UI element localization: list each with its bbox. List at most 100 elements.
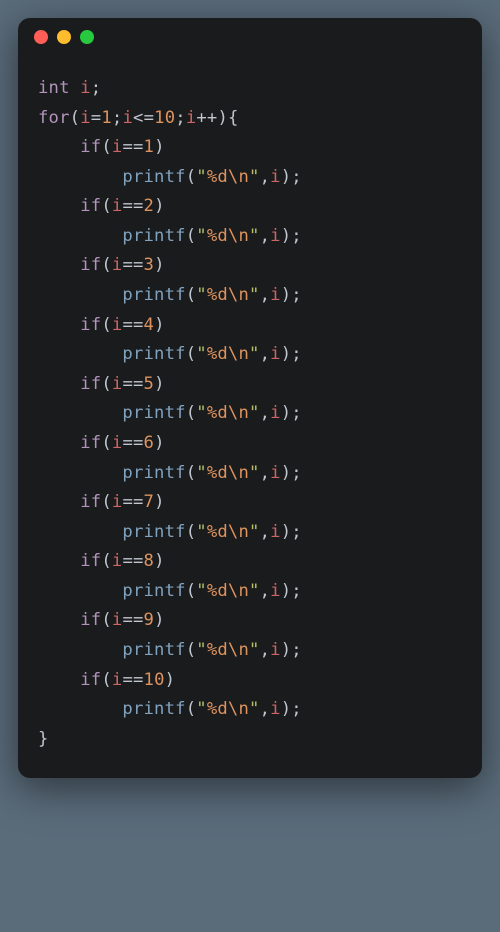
token-esc: %d [207,699,228,719]
token-op: ( [186,403,197,423]
minimize-icon[interactable] [57,30,71,44]
token-fn: printf [122,699,185,719]
token-str: " [196,403,207,423]
token-op: ++){ [196,108,238,128]
token-esc: %d [207,463,228,483]
token-kw: if [80,670,101,690]
token-op: ); [281,640,302,660]
token-op: ); [281,226,302,246]
token-id: i [270,226,281,246]
token-op: ( [101,137,112,157]
token-id: i [270,167,281,187]
token-num: 4 [144,315,155,335]
token-op: , [260,640,271,660]
token-esc: %d [207,581,228,601]
token-op: ( [186,640,197,660]
token-op: ( [101,670,112,690]
token-op: , [260,403,271,423]
token-op: , [260,285,271,305]
token-op: ); [281,167,302,187]
token-str: " [249,640,260,660]
token-esc: \n [228,522,249,542]
token-op: ; [175,108,186,128]
token-op: ); [281,581,302,601]
token-op: ( [186,167,197,187]
token-str: " [196,581,207,601]
token-op: ; [112,108,123,128]
token-op: == [122,374,143,394]
token-op: } [38,729,49,749]
token-num: 10 [154,108,175,128]
token-id: i [270,403,281,423]
token-id: i [112,315,123,335]
token-op: ( [70,108,81,128]
token-op: , [260,581,271,601]
token-esc: \n [228,285,249,305]
token-op: ( [101,492,112,512]
token-fn: printf [122,167,185,187]
token-id: i [112,551,123,571]
token-op: , [260,344,271,364]
token-esc: %d [207,226,228,246]
token-op: ); [281,463,302,483]
token-op: == [122,255,143,275]
token-op: ) [154,255,165,275]
token-esc: %d [207,167,228,187]
token-id: i [270,463,281,483]
token-str: " [249,581,260,601]
token-fn: printf [122,403,185,423]
token-esc: \n [228,463,249,483]
token-op: ( [101,374,112,394]
token-op: == [122,551,143,571]
token-str: " [249,463,260,483]
token-op: , [260,226,271,246]
token-fn: printf [122,581,185,601]
token-num: 7 [144,492,155,512]
token-id: i [270,640,281,660]
token-fn: printf [122,640,185,660]
token-kw: if [80,433,101,453]
token-kw: if [80,551,101,571]
token-str: " [196,463,207,483]
token-kw: if [80,374,101,394]
token-op: ; [91,78,102,98]
token-op: ); [281,522,302,542]
titlebar [18,18,482,56]
token-op: <= [133,108,154,128]
token-str: " [196,344,207,364]
code-window: int i; for(i=1;i<=10;i++){ if(i==1) prin… [18,18,482,778]
token-str: " [249,285,260,305]
token-op: == [122,137,143,157]
token-op: ); [281,285,302,305]
token-esc: \n [228,167,249,187]
token-op: ( [101,610,112,630]
token-op: ( [101,433,112,453]
token-str: " [249,344,260,364]
token-str: " [196,640,207,660]
token-id: i [270,522,281,542]
token-id: i [112,670,123,690]
token-op: ) [165,670,176,690]
token-id: i [112,492,123,512]
token-str: " [249,226,260,246]
token-str: " [196,167,207,187]
token-op: == [122,315,143,335]
close-icon[interactable] [34,30,48,44]
token-num: 2 [144,196,155,216]
token-id: i [112,137,123,157]
token-op: == [122,196,143,216]
token-op: , [260,522,271,542]
token-str: " [249,699,260,719]
token-id: i [112,374,123,394]
token-fn: printf [122,463,185,483]
token-op: ( [186,522,197,542]
token-str: " [196,226,207,246]
token-op: ) [154,551,165,571]
token-str: " [196,699,207,719]
token-op: ) [154,315,165,335]
token-op: ( [186,699,197,719]
maximize-icon[interactable] [80,30,94,44]
token-op: ); [281,403,302,423]
token-id: i [112,433,123,453]
token-esc: \n [228,226,249,246]
